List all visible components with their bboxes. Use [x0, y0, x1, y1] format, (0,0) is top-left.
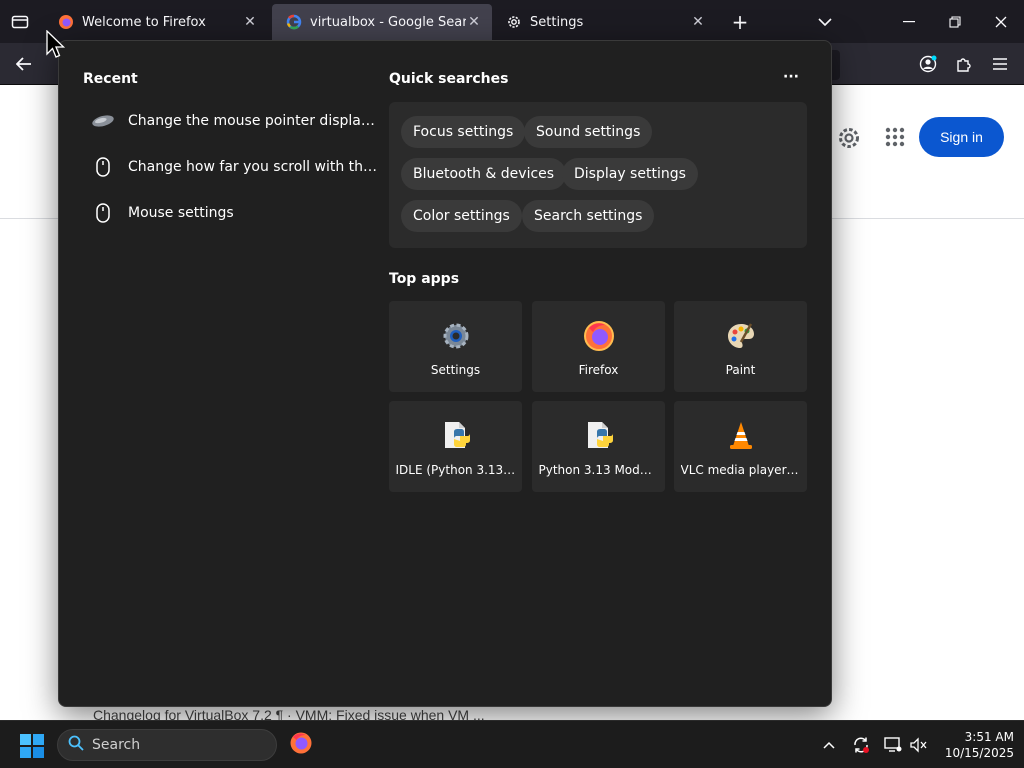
app-tile-python-module-docs[interactable]: Python 3.13 Modul... [532, 401, 665, 492]
app-tile-settings[interactable]: Settings [389, 301, 522, 392]
app-label: Settings [430, 363, 481, 377]
close-tab-icon[interactable]: ✕ [466, 14, 482, 30]
quick-search-color[interactable]: Color settings [401, 200, 522, 232]
more-options-icon[interactable]: ··· [779, 69, 803, 89]
search-input[interactable] [92, 737, 252, 753]
mouse-pointer-icon [91, 109, 115, 133]
extensions-puzzle-icon[interactable] [952, 53, 976, 75]
back-arrow-icon[interactable] [12, 53, 36, 75]
app-label: Paint [725, 363, 756, 377]
tab-welcome-firefox[interactable]: Welcome to Firefox ✕ [44, 4, 268, 40]
recent-item-mouse-settings[interactable]: Mouse settings [91, 195, 381, 231]
show-hidden-icons-chevron-icon[interactable] [817, 733, 841, 757]
tab-label: Welcome to Firefox [82, 14, 206, 30]
quick-search-bluetooth[interactable]: Bluetooth & devices [401, 158, 567, 190]
volume-muted-icon[interactable] [907, 733, 931, 757]
mouse-cursor-icon [46, 29, 66, 64]
google-icon [286, 14, 302, 30]
firefox-icon [289, 731, 313, 759]
paint-palette-icon [724, 319, 758, 353]
settings-gear-icon [439, 319, 473, 353]
recent-item-scroll[interactable]: Change how far you scroll with the mo... [91, 149, 381, 185]
sign-in-button[interactable]: Sign in [919, 117, 1004, 157]
top-apps-heading: Top apps [389, 271, 460, 287]
app-tile-idle[interactable]: IDLE (Python 3.13 6... [389, 401, 522, 492]
clock-time: 3:51 AM [964, 730, 1014, 744]
app-tile-vlc[interactable]: VLC media player s... [674, 401, 807, 492]
quick-search-focus[interactable]: Focus settings [401, 116, 526, 148]
start-menu-panel: Recent Change the mouse pointer display … [58, 40, 832, 707]
account-icon[interactable] [916, 53, 940, 75]
app-tile-firefox[interactable]: Firefox [532, 301, 665, 392]
taskbar-firefox-button[interactable] [288, 731, 314, 761]
close-tab-icon[interactable]: ✕ [690, 14, 706, 30]
app-tile-paint[interactable]: Paint [674, 301, 807, 392]
clock-date: 10/15/2025 [944, 746, 1014, 760]
mouse-icon [91, 201, 115, 225]
display-network-icon[interactable] [881, 733, 905, 757]
system-clock[interactable]: 3:51 AM 10/15/2025 [938, 729, 1014, 761]
tab-virtualbox-search[interactable]: virtualbox - Google Search ✕ [272, 4, 492, 40]
tab-label: Settings [530, 14, 584, 30]
tab-settings[interactable]: Settings ✕ [492, 4, 716, 40]
app-label: Firefox [578, 363, 619, 377]
app-label: IDLE (Python 3.13 6... [395, 463, 516, 477]
close-window-icon[interactable] [990, 12, 1012, 32]
firefox-view-icon[interactable] [8, 12, 32, 32]
sync-icon[interactable] [849, 733, 873, 757]
recent-item-label: Mouse settings [128, 205, 234, 221]
close-tab-icon[interactable]: ✕ [242, 14, 258, 30]
app-label: VLC media player s... [680, 463, 801, 477]
hamburger-menu-icon[interactable] [988, 53, 1012, 75]
vlc-cone-icon [724, 419, 758, 453]
quick-search-search[interactable]: Search settings [522, 200, 655, 232]
quick-search-display[interactable]: Display settings [562, 158, 698, 190]
windows-taskbar: 3:51 AM 10/15/2025 [0, 720, 1024, 768]
restore-icon[interactable] [944, 12, 966, 32]
list-all-tabs-icon[interactable] [815, 10, 835, 34]
quick-searches-heading: Quick searches [389, 71, 509, 87]
new-tab-button[interactable]: + [730, 10, 750, 34]
search-icon [68, 735, 84, 755]
settings-gear-icon[interactable] [836, 125, 862, 155]
tab-label: virtualbox - Google Search [310, 14, 466, 30]
minimize-icon[interactable] [898, 12, 920, 32]
browser-tab-bar: Welcome to Firefox ✕ virtualbox - Google… [0, 0, 1024, 43]
windows-start-icon[interactable] [20, 734, 44, 762]
recent-item-mouse-pointer[interactable]: Change the mouse pointer display or s... [91, 103, 381, 139]
google-apps-grid-icon[interactable] [885, 127, 905, 151]
quick-searches-box: Focus settings Sound settings Bluetooth … [389, 102, 807, 248]
firefox-icon [582, 319, 616, 353]
recent-item-label: Change the mouse pointer display or s... [128, 113, 381, 129]
gear-icon [506, 14, 522, 30]
recent-heading: Recent [83, 71, 138, 87]
firefox-icon [58, 14, 74, 30]
app-label: Python 3.13 Modul... [538, 463, 659, 477]
quick-search-sound[interactable]: Sound settings [524, 116, 653, 148]
taskbar-search-box[interactable] [57, 729, 277, 761]
python-file-icon [439, 419, 473, 453]
recent-item-label: Change how far you scroll with the mo... [128, 159, 381, 175]
mouse-icon [91, 155, 115, 179]
python-file-icon [582, 419, 616, 453]
